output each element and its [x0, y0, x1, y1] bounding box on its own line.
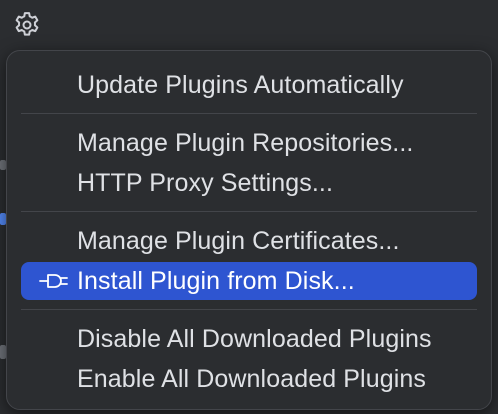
- menu-item-label: Manage Plugin Repositories...: [77, 128, 414, 157]
- menu-separator: [21, 309, 477, 310]
- menu-item-label: HTTP Proxy Settings...: [77, 168, 333, 197]
- settings-gear-button[interactable]: [8, 6, 46, 44]
- menu-item-disable-all-downloaded-plugins[interactable]: Disable All Downloaded Plugins: [21, 320, 477, 358]
- plugin-settings-menu: Update Plugins Automatically Manage Plug…: [6, 50, 492, 410]
- menu-item-label: Disable All Downloaded Plugins: [77, 324, 432, 353]
- menu-item-http-proxy-settings[interactable]: HTTP Proxy Settings...: [21, 164, 477, 202]
- plug-icon: [37, 270, 69, 292]
- menu-separator: [21, 211, 477, 212]
- menu-item-manage-plugin-certificates[interactable]: Manage Plugin Certificates...: [21, 222, 477, 260]
- menu-item-enable-all-downloaded-plugins[interactable]: Enable All Downloaded Plugins: [21, 360, 477, 398]
- menu-item-label: Enable All Downloaded Plugins: [77, 364, 426, 393]
- plugins-settings-area: Update Plugins Automatically Manage Plug…: [0, 0, 498, 414]
- menu-separator: [21, 113, 477, 114]
- menu-item-install-plugin-from-disk[interactable]: Install Plugin from Disk...: [21, 262, 477, 300]
- menu-item-label: Update Plugins Automatically: [77, 70, 404, 99]
- menu-item-label: Install Plugin from Disk...: [77, 266, 355, 295]
- menu-item-manage-plugin-repositories[interactable]: Manage Plugin Repositories...: [21, 124, 477, 162]
- gear-icon: [12, 10, 42, 40]
- menu-item-update-plugins-automatically[interactable]: Update Plugins Automatically: [21, 66, 477, 104]
- menu-item-label: Manage Plugin Certificates...: [77, 226, 400, 255]
